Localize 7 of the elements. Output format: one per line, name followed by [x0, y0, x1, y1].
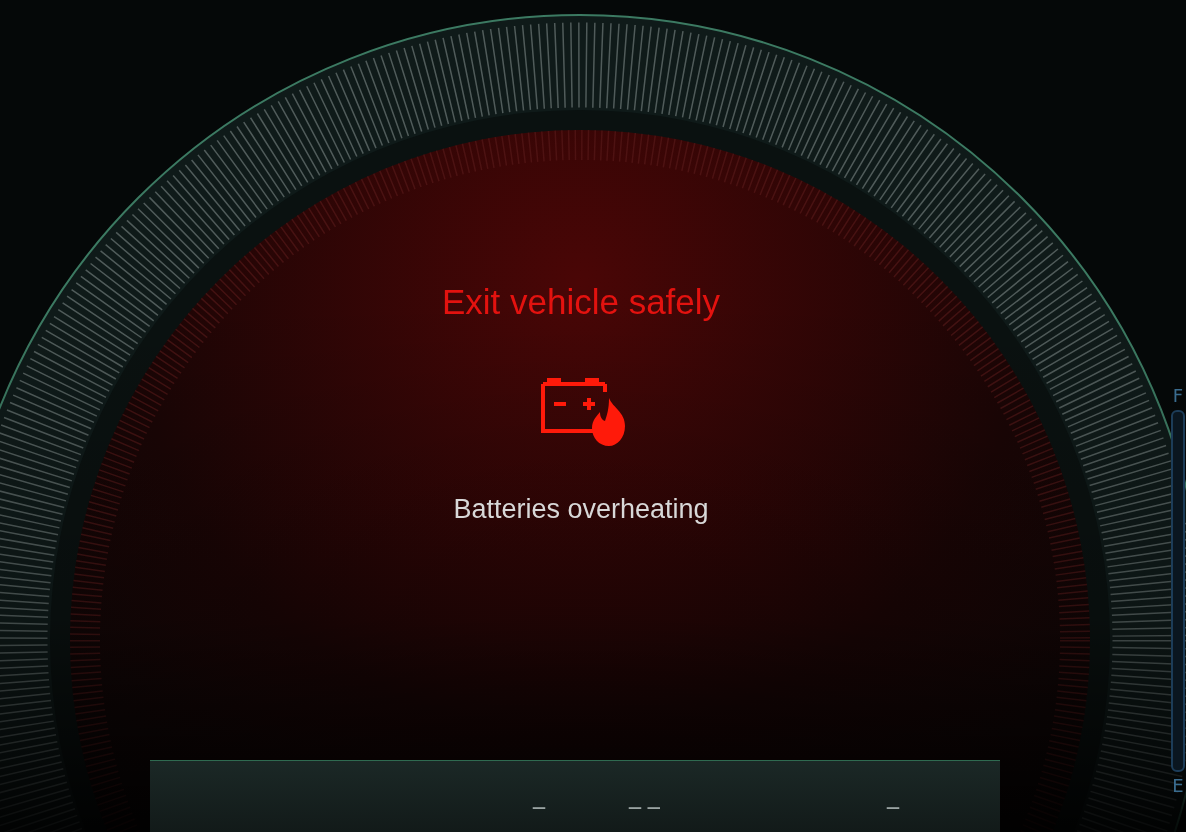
warning-title: Exit vehicle safely: [441, 281, 721, 323]
fuel-full-label: F: [1172, 386, 1184, 406]
fuel-empty-label: E: [1172, 776, 1184, 796]
warning-message: Batteries overheating: [453, 493, 709, 526]
readout-value: —: [885, 798, 900, 815]
readout-value: —: [532, 798, 546, 815]
readout-value: — —: [628, 798, 661, 815]
